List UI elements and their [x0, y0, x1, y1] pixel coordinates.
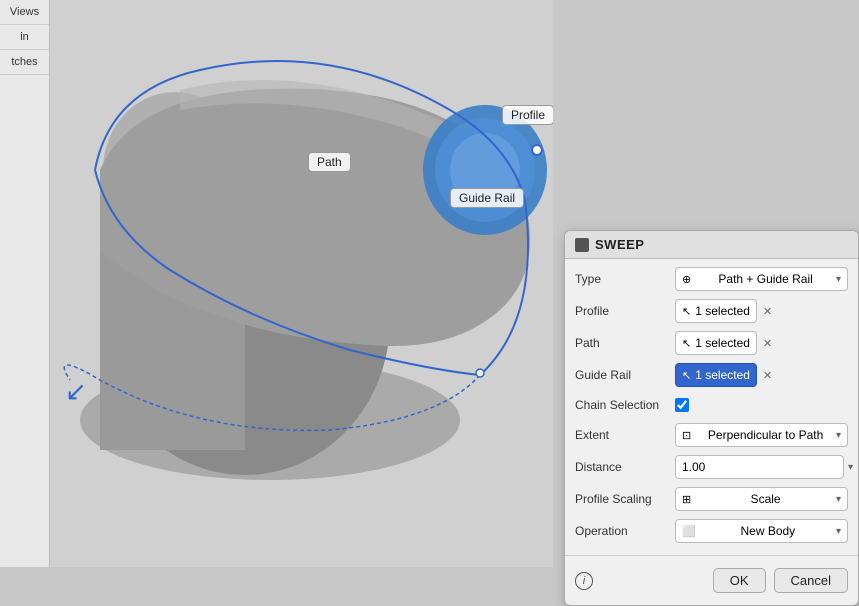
operation-dropdown[interactable]: ⬜ New Body ▾ [675, 519, 848, 543]
operation-row: Operation ⬜ New Body ▾ [565, 515, 858, 547]
viewport: ↙ Profile Path Guide Rail [50, 0, 553, 567]
path-clear-button[interactable]: ✕ [763, 337, 772, 350]
type-label: Type [575, 272, 675, 286]
3d-shape-svg: ↙ [50, 0, 553, 567]
panel-body: Type ⊕ Path + Guide Rail ▾ Profile ↖ 1 s… [565, 259, 858, 551]
sidebar: Views in tches [0, 0, 50, 567]
profile-scaling-control: ⊞ Scale ▾ [675, 487, 848, 511]
ok-button[interactable]: OK [713, 568, 766, 593]
profile-scaling-row: Profile Scaling ⊞ Scale ▾ [565, 483, 858, 515]
guide-rail-label-text: Guide Rail [575, 368, 675, 382]
sweep-icon [575, 238, 589, 252]
distance-control: ▾ [675, 455, 853, 479]
distance-label: Distance [575, 460, 675, 474]
cancel-button[interactable]: Cancel [774, 568, 848, 593]
profile-control: ↖ 1 selected ✕ [675, 299, 848, 323]
profile-scaling-arrow: ▾ [836, 494, 841, 505]
info-button[interactable]: i [575, 572, 593, 590]
extent-dropdown-arrow: ▾ [836, 430, 841, 441]
operation-value: New Body [740, 524, 795, 538]
type-control: ⊕ Path + Guide Rail ▾ [675, 267, 848, 291]
sidebar-item-tches[interactable]: tches [0, 50, 49, 75]
operation-control: ⬜ New Body ▾ [675, 519, 848, 543]
operation-dropdown-arrow: ▾ [836, 526, 841, 537]
chain-selection-label: Chain Selection [575, 398, 675, 412]
chain-selection-row: Chain Selection [565, 391, 858, 419]
path-badge-value: 1 selected [695, 336, 750, 350]
scale-icon: ⊞ [682, 493, 691, 506]
corner-arrow-svg: ↙ [65, 376, 87, 406]
new-body-icon: ⬜ [682, 525, 696, 538]
guide-rail-cursor-icon: ↖ [682, 369, 691, 382]
operation-label: Operation [575, 524, 675, 538]
panel-title: SWEEP [595, 237, 644, 252]
path-row: Path ↖ 1 selected ✕ [565, 327, 858, 359]
path-label-text: Path [575, 336, 675, 350]
profile-clear-button[interactable]: ✕ [763, 305, 772, 318]
distance-dropdown-arrow[interactable]: ▾ [848, 462, 853, 473]
extent-dropdown-value: Perpendicular to Path [708, 428, 823, 442]
profile-scaling-label: Profile Scaling [575, 492, 675, 506]
profile-scaling-dropdown[interactable]: ⊞ Scale ▾ [675, 487, 848, 511]
type-dropdown-icon: ⊕ [682, 273, 691, 286]
profile-badge-value: 1 selected [695, 304, 750, 318]
extent-dropdown[interactable]: ⊡ Perpendicular to Path ▾ [675, 423, 848, 447]
guide-rail-control: ↖ 1 selected ✕ [675, 363, 848, 387]
type-row: Type ⊕ Path + Guide Rail ▾ [565, 263, 858, 295]
profile-badge[interactable]: ↖ 1 selected [675, 299, 757, 323]
type-dropdown-value: Path + Guide Rail [718, 272, 812, 286]
chain-selection-control [675, 398, 848, 412]
sidebar-item-in[interactable]: in [0, 25, 49, 50]
extent-icon: ⊡ [682, 429, 691, 442]
sidebar-item-views[interactable]: Views [0, 0, 49, 25]
extent-control: ⊡ Perpendicular to Path ▾ [675, 423, 848, 447]
guide-rail-row: Guide Rail ↖ 1 selected ✕ [565, 359, 858, 391]
type-dropdown-arrow: ▾ [836, 274, 841, 285]
guide-rail-badge[interactable]: ↖ 1 selected [675, 363, 757, 387]
distance-input[interactable] [675, 455, 844, 479]
sweep-panel: SWEEP Type ⊕ Path + Guide Rail ▾ Profile… [564, 230, 859, 606]
type-dropdown[interactable]: ⊕ Path + Guide Rail ▾ [675, 267, 848, 291]
panel-footer: i OK Cancel [565, 560, 858, 595]
extent-row: Extent ⊡ Perpendicular to Path ▾ [565, 419, 858, 451]
panel-header: SWEEP [565, 231, 858, 259]
path-control: ↖ 1 selected ✕ [675, 331, 848, 355]
panel-divider [565, 555, 858, 556]
profile-label-text: Profile [575, 304, 675, 318]
path-badge[interactable]: ↖ 1 selected [675, 331, 757, 355]
path-cursor-icon: ↖ [682, 337, 691, 350]
extent-label: Extent [575, 428, 675, 442]
distance-row: Distance ▾ [565, 451, 858, 483]
guide-rail-badge-value: 1 selected [695, 368, 750, 382]
chain-selection-checkbox[interactable] [675, 398, 689, 412]
profile-row: Profile ↖ 1 selected ✕ [565, 295, 858, 327]
profile-scaling-value: Scale [751, 492, 781, 506]
guide-rail-clear-button[interactable]: ✕ [763, 369, 772, 382]
profile-cursor-icon: ↖ [682, 305, 691, 318]
